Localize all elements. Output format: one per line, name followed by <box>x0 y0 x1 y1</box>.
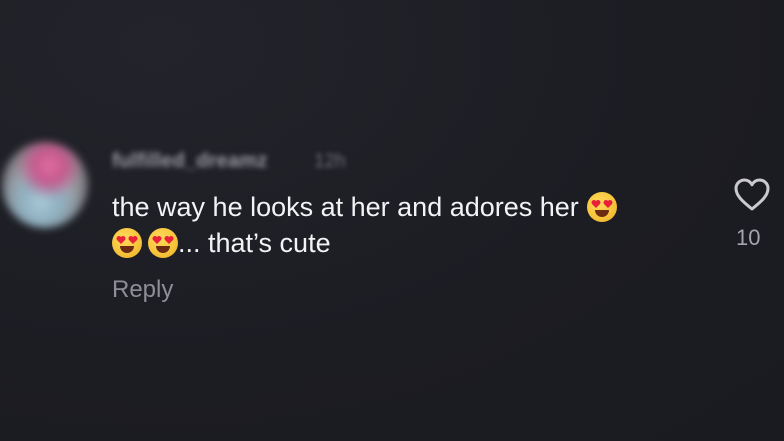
comment-item: fulfilled_dreamz 12h the way he looks at… <box>0 0 784 441</box>
heart-outline-icon[interactable] <box>732 177 772 213</box>
like-button[interactable] <box>732 177 772 213</box>
comment-username[interactable]: fulfilled_dreamz <box>112 150 267 173</box>
avatar[interactable] <box>2 142 88 228</box>
heart-eyes-emoji-icon <box>586 192 617 222</box>
comment-screen: fulfilled_dreamz 12h the way he looks at… <box>0 0 784 441</box>
heart-eyes-emoji-icon <box>112 228 142 258</box>
heart-eyes-emoji-icon <box>148 228 178 258</box>
like-count: 10 <box>736 225 761 250</box>
comment-text-part-1: the way he looks at her and adores her <box>112 192 579 222</box>
comment-text-part-2: ... that’s cute <box>178 228 331 258</box>
comment-text-line-2: ... that’s cute <box>112 225 692 261</box>
comment-timestamp: 12h <box>314 151 346 172</box>
comment-text-line-1: the way he looks at her and adores her <box>112 189 692 225</box>
comment-text: the way he looks at her and adores her .… <box>112 189 692 261</box>
reply-button[interactable]: Reply <box>112 276 173 304</box>
